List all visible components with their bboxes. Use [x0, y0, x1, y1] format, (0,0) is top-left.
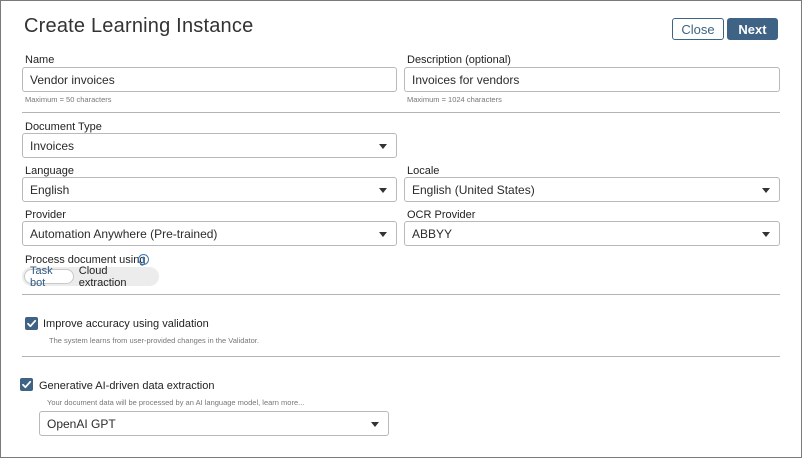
chevron-down-icon [379, 188, 387, 193]
generative-ai-checkbox[interactable] [20, 378, 33, 391]
ai-model-select[interactable]: OpenAI GPT [39, 411, 389, 436]
description-input-value: Invoices for vendors [412, 72, 520, 87]
process-option-task-bot[interactable]: Task bot [24, 265, 74, 289]
chevron-down-icon [379, 144, 387, 149]
language-value: English [30, 182, 70, 197]
description-label: Description (optional) [407, 54, 511, 66]
ocr-provider-value: ABBYY [412, 226, 453, 241]
validation-checkbox[interactable] [25, 317, 38, 330]
name-label: Name [25, 54, 55, 66]
locale-select[interactable]: English (United States) [404, 177, 780, 202]
locale-label: Locale [407, 165, 440, 177]
close-button[interactable]: Close [672, 18, 724, 40]
checkmark-icon [27, 319, 37, 328]
name-input-value: Vendor invoices [30, 72, 115, 87]
chevron-down-icon [762, 232, 770, 237]
ocr-provider-label: OCR Provider [407, 209, 476, 221]
ocr-provider-select[interactable]: ABBYY [404, 221, 780, 246]
validation-description: The system learns from user-provided cha… [49, 336, 259, 345]
page-title: Create Learning Instance [24, 15, 254, 37]
checkmark-icon [22, 380, 32, 389]
name-hint: Maximum = 50 characters [25, 95, 112, 104]
process-mode-toggle: Task bot Cloud extraction [22, 265, 159, 289]
chevron-down-icon [762, 188, 770, 193]
document-type-value: Invoices [30, 138, 75, 153]
chevron-down-icon [371, 422, 379, 427]
info-icon[interactable]: i [138, 254, 149, 265]
ai-model-value: OpenAI GPT [47, 416, 116, 431]
generative-ai-label: Generative AI-driven data extraction [39, 380, 215, 392]
description-hint: Maximum = 1024 characters [407, 95, 502, 104]
description-input[interactable]: Invoices for vendors [404, 67, 780, 92]
locale-value: English (United States) [412, 182, 535, 197]
next-button[interactable]: Next [727, 18, 778, 40]
section-divider [22, 112, 780, 113]
process-option-cloud-extraction[interactable]: Cloud extraction [74, 265, 157, 289]
provider-select[interactable]: Automation Anywhere (Pre-trained) [22, 221, 397, 246]
language-label: Language [25, 165, 74, 177]
document-type-select[interactable]: Invoices [22, 133, 397, 158]
generative-ai-description: Your document data will be processed by … [47, 398, 305, 407]
provider-value: Automation Anywhere (Pre-trained) [30, 226, 218, 241]
section-divider [22, 294, 780, 295]
provider-label: Provider [25, 209, 66, 221]
validation-label: Improve accuracy using validation [43, 318, 209, 330]
name-input[interactable]: Vendor invoices [22, 67, 397, 92]
chevron-down-icon [379, 232, 387, 237]
document-type-label: Document Type [25, 121, 102, 133]
create-learning-instance-dialog: Create Learning Instance Close Next Name… [0, 0, 802, 458]
language-select[interactable]: English [22, 177, 397, 202]
section-divider [22, 356, 780, 357]
